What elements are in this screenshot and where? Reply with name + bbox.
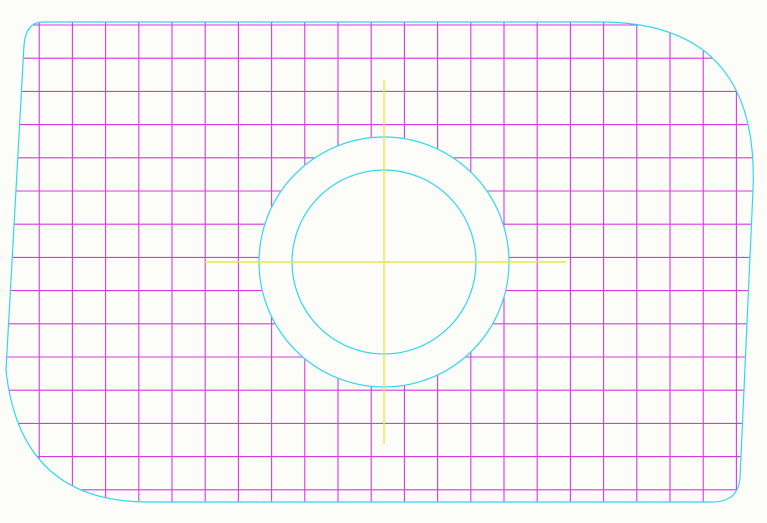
cad-drawing-canvas bbox=[0, 0, 767, 523]
